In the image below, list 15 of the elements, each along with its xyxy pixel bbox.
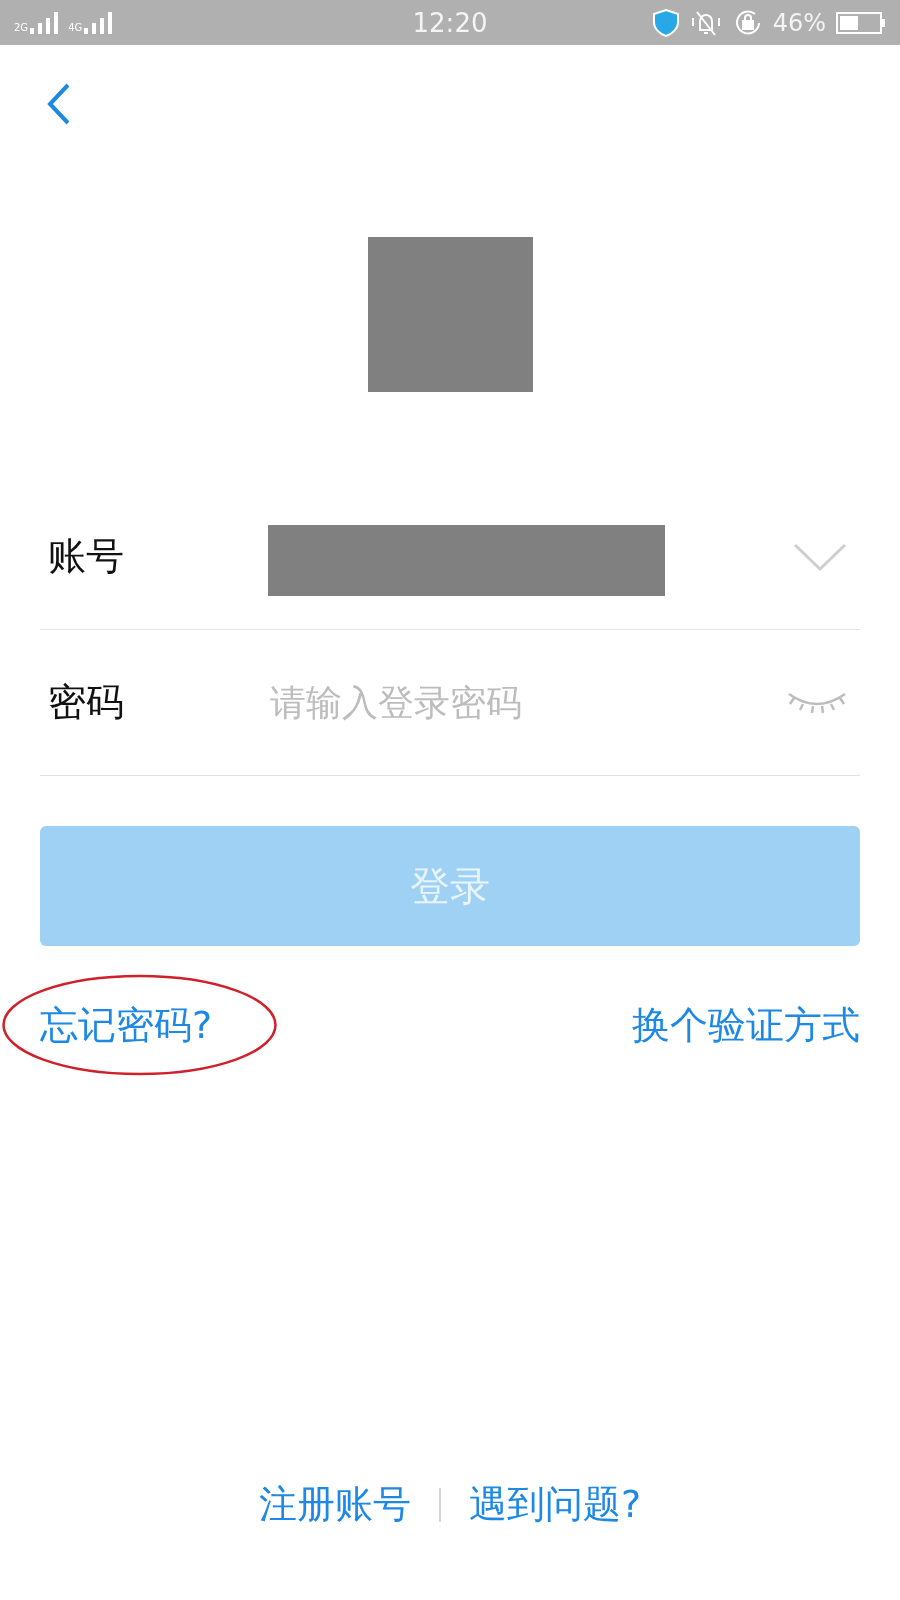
field-label: 账号: [47, 533, 125, 580]
battery-icon: [836, 10, 886, 35]
status-time: 12:20: [412, 7, 488, 38]
signal-icon: [30, 11, 61, 34]
password-input[interactable]: 请输入登录密码: [268, 681, 786, 724]
network-type: 2G: [14, 21, 29, 33]
signal-icon: [84, 11, 115, 34]
battery-percent: 46%: [772, 8, 826, 37]
shield-icon: [652, 8, 679, 37]
field-label: 密码: [47, 679, 125, 726]
register-link[interactable]: 注册账号: [258, 1477, 411, 1532]
help-link[interactable]: 遇到问题?: [468, 1477, 642, 1532]
network-type: 4G: [68, 21, 83, 33]
dropdown-button[interactable]: [792, 541, 848, 572]
switch-verification-link[interactable]: 换个验证方式: [632, 998, 860, 1053]
